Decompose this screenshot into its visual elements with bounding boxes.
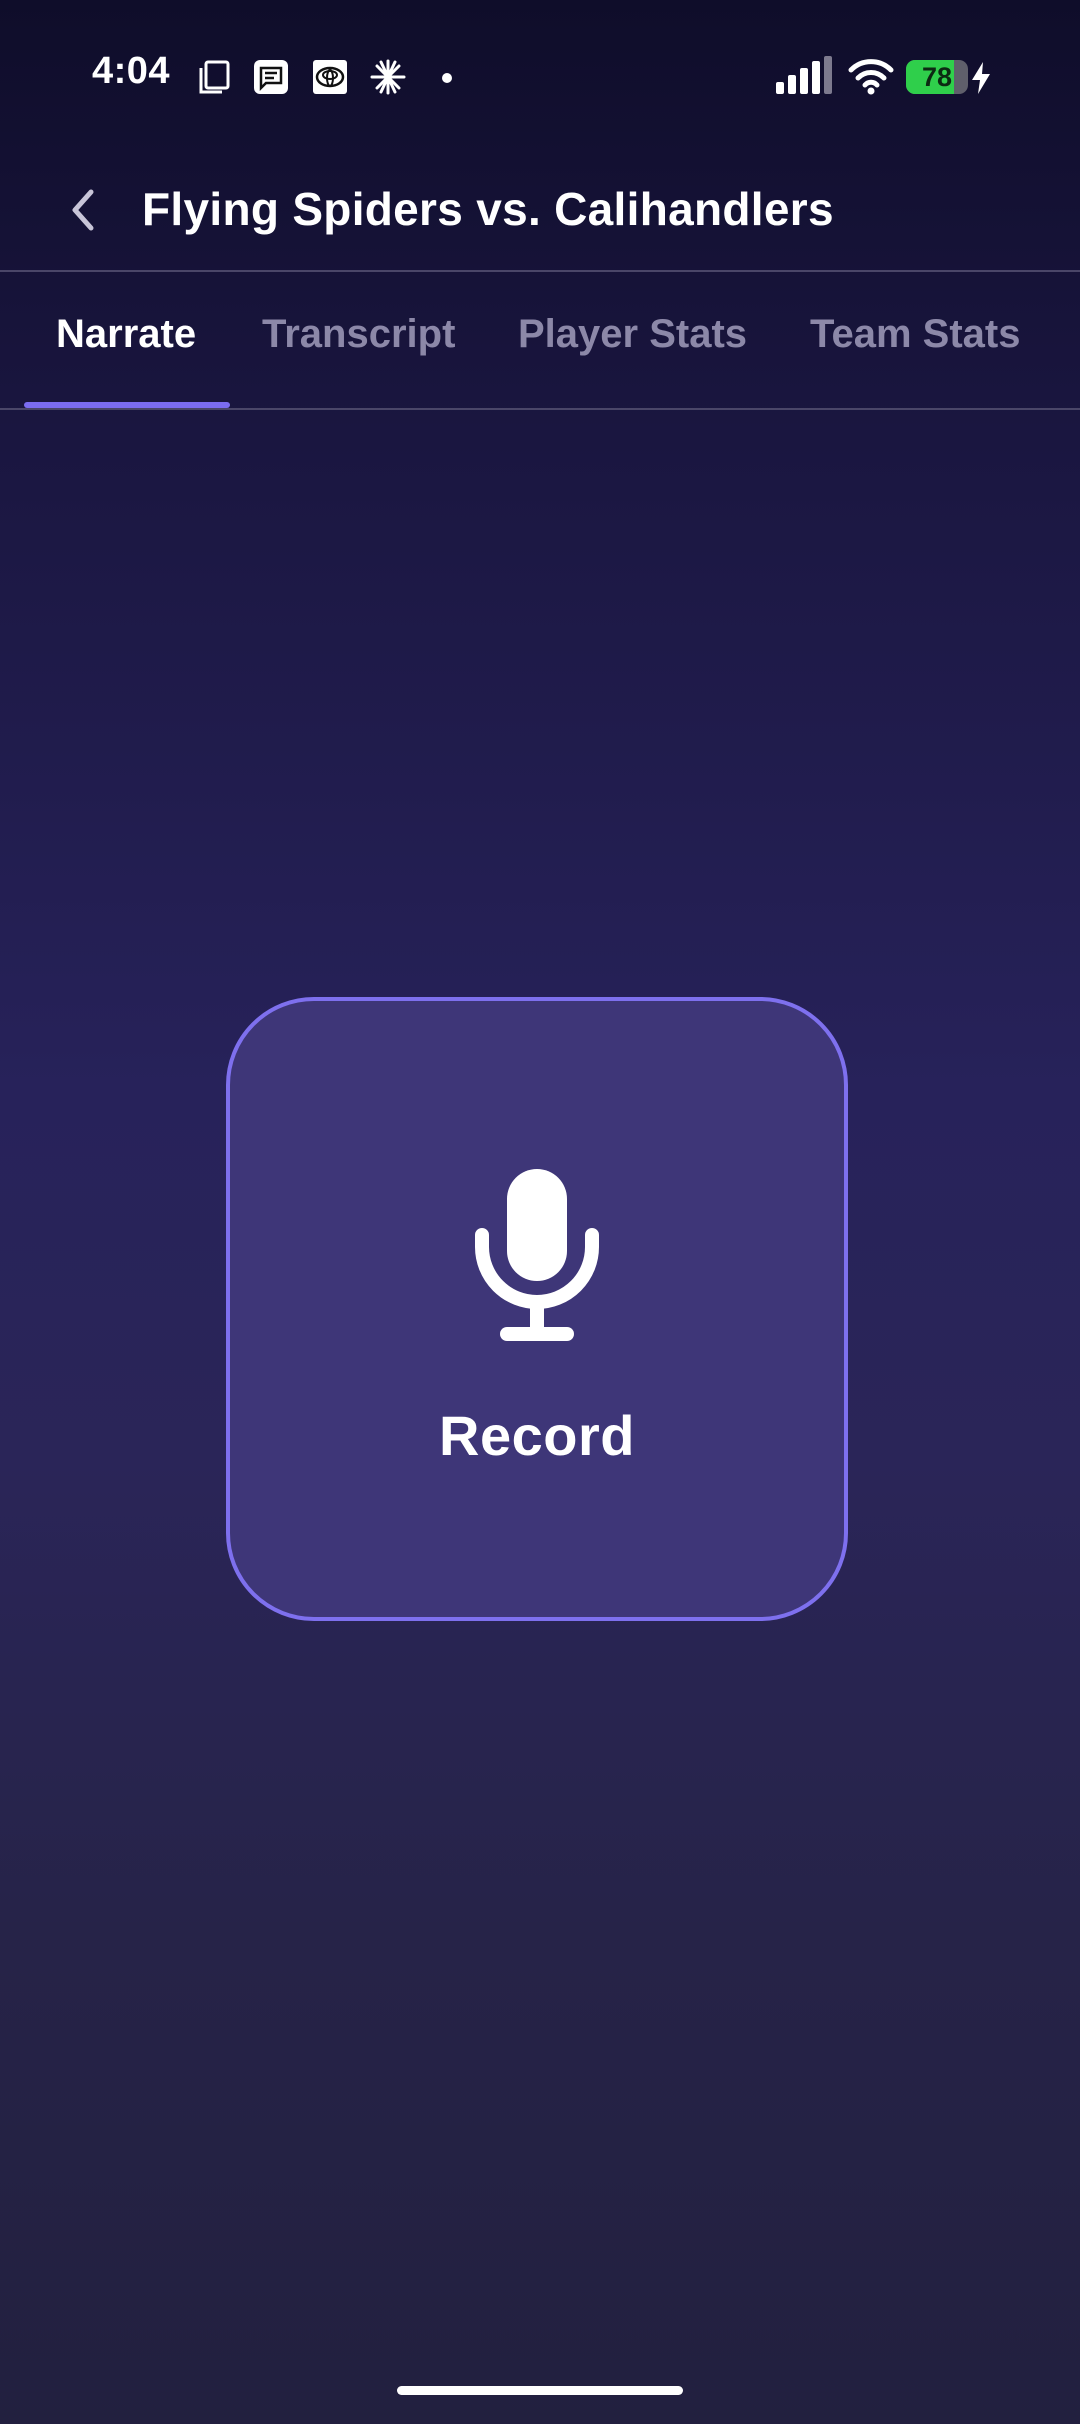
page-title: Flying Spiders vs. Calihandlers [142,183,834,235]
tab-bar: Narrate Transcript Player Stats Team Sta… [0,272,1080,410]
charging-icon [972,62,990,94]
signal-icon [776,56,832,94]
record-button[interactable]: Record [226,997,848,1621]
microphone-icon [475,1169,599,1341]
copy-icon [199,60,230,94]
app-header: Flying Spiders vs. Calihandlers [0,150,1080,272]
tab-player-stats[interactable]: Player Stats [518,312,747,357]
record-label: Record [439,1404,635,1467]
toyota-icon [313,60,347,94]
wifi-icon [848,59,894,95]
tab-team-stats[interactable]: Team Stats [810,312,1020,357]
screen: 4:04 78 Flying Spiders vs. Calihandlers … [0,0,1080,2424]
chevron-left-icon [72,189,94,231]
back-button[interactable] [54,180,110,240]
sparkle-icon [370,59,406,95]
active-tab-indicator [24,402,230,408]
status-bar: 4:04 78 [0,0,1080,150]
tab-transcript[interactable]: Transcript [262,312,455,357]
battery-icon: 78 [906,60,968,94]
dot-icon [442,73,452,83]
message-icon [254,60,288,94]
home-indicator[interactable] [397,2386,683,2395]
battery-level: 78 [921,61,953,92]
status-time: 4:04 [92,50,171,92]
tab-narrate[interactable]: Narrate [56,312,196,357]
